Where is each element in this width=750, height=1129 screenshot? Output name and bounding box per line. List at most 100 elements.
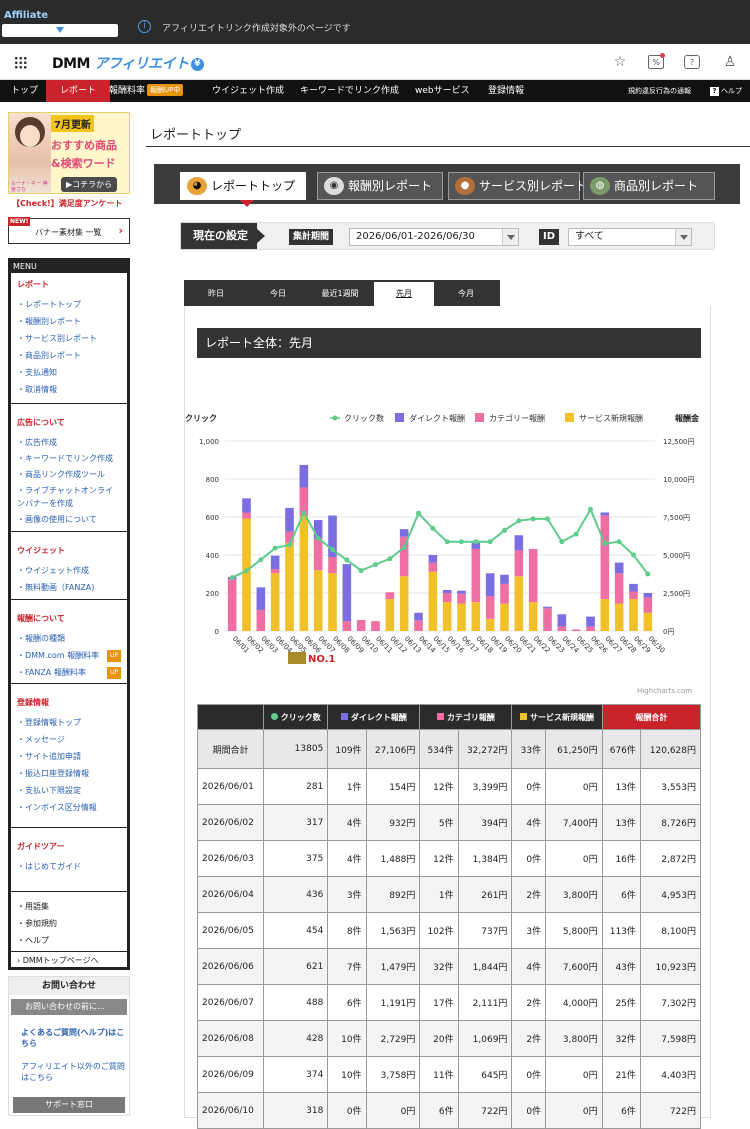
table-cell: 3,399円 xyxy=(457,768,513,805)
chevron-down-icon xyxy=(675,229,691,245)
table-cell: 25件 xyxy=(601,984,641,1021)
dog-icon: ◉ xyxy=(324,177,344,195)
id-select[interactable]: すべて xyxy=(568,228,692,246)
menu-link[interactable]: ・FANZA 報酬料率 xyxy=(17,667,86,678)
table-cell: 1件 xyxy=(327,768,367,805)
nav-rate[interactable]: 報酬料率 報酬UP中 xyxy=(109,80,184,102)
logo[interactable]: DMM アフィリエイト ¥ xyxy=(52,53,204,73)
tab-service-report[interactable]: ● サービス別レポート xyxy=(448,172,587,200)
faq-link[interactable]: よくあるご質問(ヘルプ)はこちら xyxy=(21,1027,125,1049)
menu-link[interactable]: ・無料動画（FANZA) xyxy=(17,582,94,593)
affiliate-label: Affiliate xyxy=(4,10,49,21)
menu-link[interactable]: ・支払い下限設定 xyxy=(17,785,81,796)
nav-account[interactable]: 登録情報 xyxy=(488,80,524,102)
nav-top[interactable]: トップ xyxy=(11,80,38,102)
table-row: 2026/06/06 621 7件 1,479円 32件 1,844円 4件 7,600円 43… xyxy=(196,948,702,985)
menu-link[interactable]: ・キーワードでリンク作成 xyxy=(17,453,113,464)
menu-link[interactable]: ・サービス別レポート xyxy=(17,333,97,344)
contact-pre-button[interactable]: お問い合わせの前に… xyxy=(11,999,127,1015)
table-cell: 154円 xyxy=(365,768,421,805)
nav-report[interactable]: レポート xyxy=(46,80,111,102)
table-cell: 2,111円 xyxy=(457,984,513,1021)
bar-2 xyxy=(600,515,610,600)
y-right-tick: 12,500円 xyxy=(663,438,695,446)
clicks-line xyxy=(231,507,649,579)
menu-link[interactable]: ・取消情報 xyxy=(17,384,57,395)
menu-link[interactable]: ・ライブチャットオンライ xyxy=(17,485,113,496)
chevron-down-icon xyxy=(502,229,518,245)
banner-button[interactable]: ▶コチラから xyxy=(61,177,118,192)
report-title: レポート全体：先月 xyxy=(197,328,701,358)
bar-2 xyxy=(328,556,337,574)
menu-link[interactable]: ・支払通知 xyxy=(17,367,57,378)
other-inquiry-link[interactable]: アフィリエイト以外のご質問はこちら xyxy=(21,1061,125,1083)
table-cell: 317 xyxy=(263,804,329,841)
menu-link[interactable]: ・画像の使用について xyxy=(17,514,97,525)
dmm-top-link[interactable]: › DMMトップページへ xyxy=(17,955,99,966)
menu-link[interactable]: ・サイト追加申請 xyxy=(17,751,81,762)
bar-2 xyxy=(500,583,509,604)
tab-report-top[interactable]: ◕ レポートトップ xyxy=(180,172,306,200)
table-cell: 7,598円 xyxy=(639,1020,702,1057)
tab-product-report[interactable]: ◍ 商品別レポート xyxy=(583,172,715,200)
menu-link[interactable]: ・報酬別レポート xyxy=(17,316,81,327)
menu-link[interactable]: ・ウイジェット作成 xyxy=(17,565,89,576)
menu-link[interactable]: ・DMM.com 報酬料率 xyxy=(17,650,99,661)
tab-last-week[interactable]: 最近1週間 xyxy=(310,282,370,306)
table-cell: 892円 xyxy=(365,876,421,913)
menu-link[interactable]: ・インボイス区分情報 xyxy=(17,802,97,813)
table-cell: 261円 xyxy=(457,876,513,913)
menu-extra-link[interactable]: ・参加規約 xyxy=(17,918,57,929)
nav-webservice[interactable]: webサービス xyxy=(415,80,470,102)
clicks-point xyxy=(401,544,407,550)
menu-link[interactable]: ンバナーを作成 xyxy=(17,498,73,509)
site-selector[interactable] xyxy=(2,24,118,37)
nav-widget[interactable]: ウイジェット作成 xyxy=(212,80,284,102)
menu-extra-link[interactable]: ・用語集 xyxy=(17,901,49,912)
bar-1 xyxy=(643,593,653,598)
y-left-tick: 800 xyxy=(206,476,219,484)
nav-report-violation[interactable]: 規約違反行為の通報 xyxy=(628,80,691,102)
help-chat-icon[interactable]: ? xyxy=(684,55,700,69)
bear-icon: ● xyxy=(455,177,475,195)
table-cell: 4,953円 xyxy=(639,876,702,913)
promo-banner[interactable]: 7月更新 おすすめ商品 &検索ワード ▶コチラから ルーナ・ギー 神宮さな xyxy=(8,112,130,194)
survey-link[interactable]: 【Check!】満足度アンケート xyxy=(12,198,122,209)
menu-link[interactable]: ・登録情報トップ xyxy=(17,717,81,728)
menu-link[interactable]: ・レポートトップ xyxy=(17,299,81,310)
menu-link[interactable]: ・広告作成 xyxy=(17,437,57,448)
nav-keyword[interactable]: キーワードでリンク作成 xyxy=(300,80,399,102)
bird-icon: ◕ xyxy=(187,177,207,195)
clicks-point xyxy=(344,557,350,563)
nav-help[interactable]: ? ヘルプ xyxy=(710,80,742,102)
menu-link[interactable]: ・商品別レポート xyxy=(17,350,81,361)
table-cell: ダイレクト報酬 xyxy=(327,704,421,730)
report-tabs: ◕ レポートトップ ◉ 報酬別レポート ● サービス別レポート ◍ 商品別レポート xyxy=(154,164,740,207)
menu-link[interactable]: ・はじめてガイド xyxy=(17,861,81,872)
tab-last-month[interactable]: 先月 xyxy=(374,282,434,306)
tab-yesterday[interactable]: 昨日 xyxy=(186,282,246,306)
menu-link[interactable]: ・商品リンク作成ツール xyxy=(17,469,105,480)
bar-3 xyxy=(485,618,495,631)
period-select[interactable]: 2026/06/01-2026/06/30 xyxy=(349,228,519,246)
menu-link[interactable]: ・メッセージ xyxy=(17,734,65,745)
app-grid-icon[interactable] xyxy=(14,56,27,69)
table-cell: 7,302円 xyxy=(639,984,702,1021)
clicks-point xyxy=(315,535,321,541)
support-button[interactable]: サポート窓口 xyxy=(13,1097,125,1113)
tab-today[interactable]: 今日 xyxy=(248,282,308,306)
tab-this-month[interactable]: 今月 xyxy=(436,282,496,306)
table-cell: 436 xyxy=(263,876,329,913)
bar-3 xyxy=(399,576,409,631)
star-icon[interactable]: ☆ xyxy=(612,54,628,70)
banner-material-link[interactable]: NEW! バナー素材集 一覧 › xyxy=(8,217,130,244)
clicks-point xyxy=(330,547,335,553)
tab-reward-report[interactable]: ◉ 報酬別レポート xyxy=(317,172,443,200)
table-cell: 120,628円 xyxy=(639,729,702,769)
menu-extra-link[interactable]: ・ヘルプ xyxy=(17,935,49,946)
menu-link[interactable]: ・報酬の種類 xyxy=(17,633,65,644)
user-icon[interactable]: ♙ xyxy=(722,54,738,70)
table-cell: 394円 xyxy=(457,804,513,841)
clicks-point xyxy=(645,571,651,577)
menu-link[interactable]: ・振込口座登録情報 xyxy=(17,768,89,779)
